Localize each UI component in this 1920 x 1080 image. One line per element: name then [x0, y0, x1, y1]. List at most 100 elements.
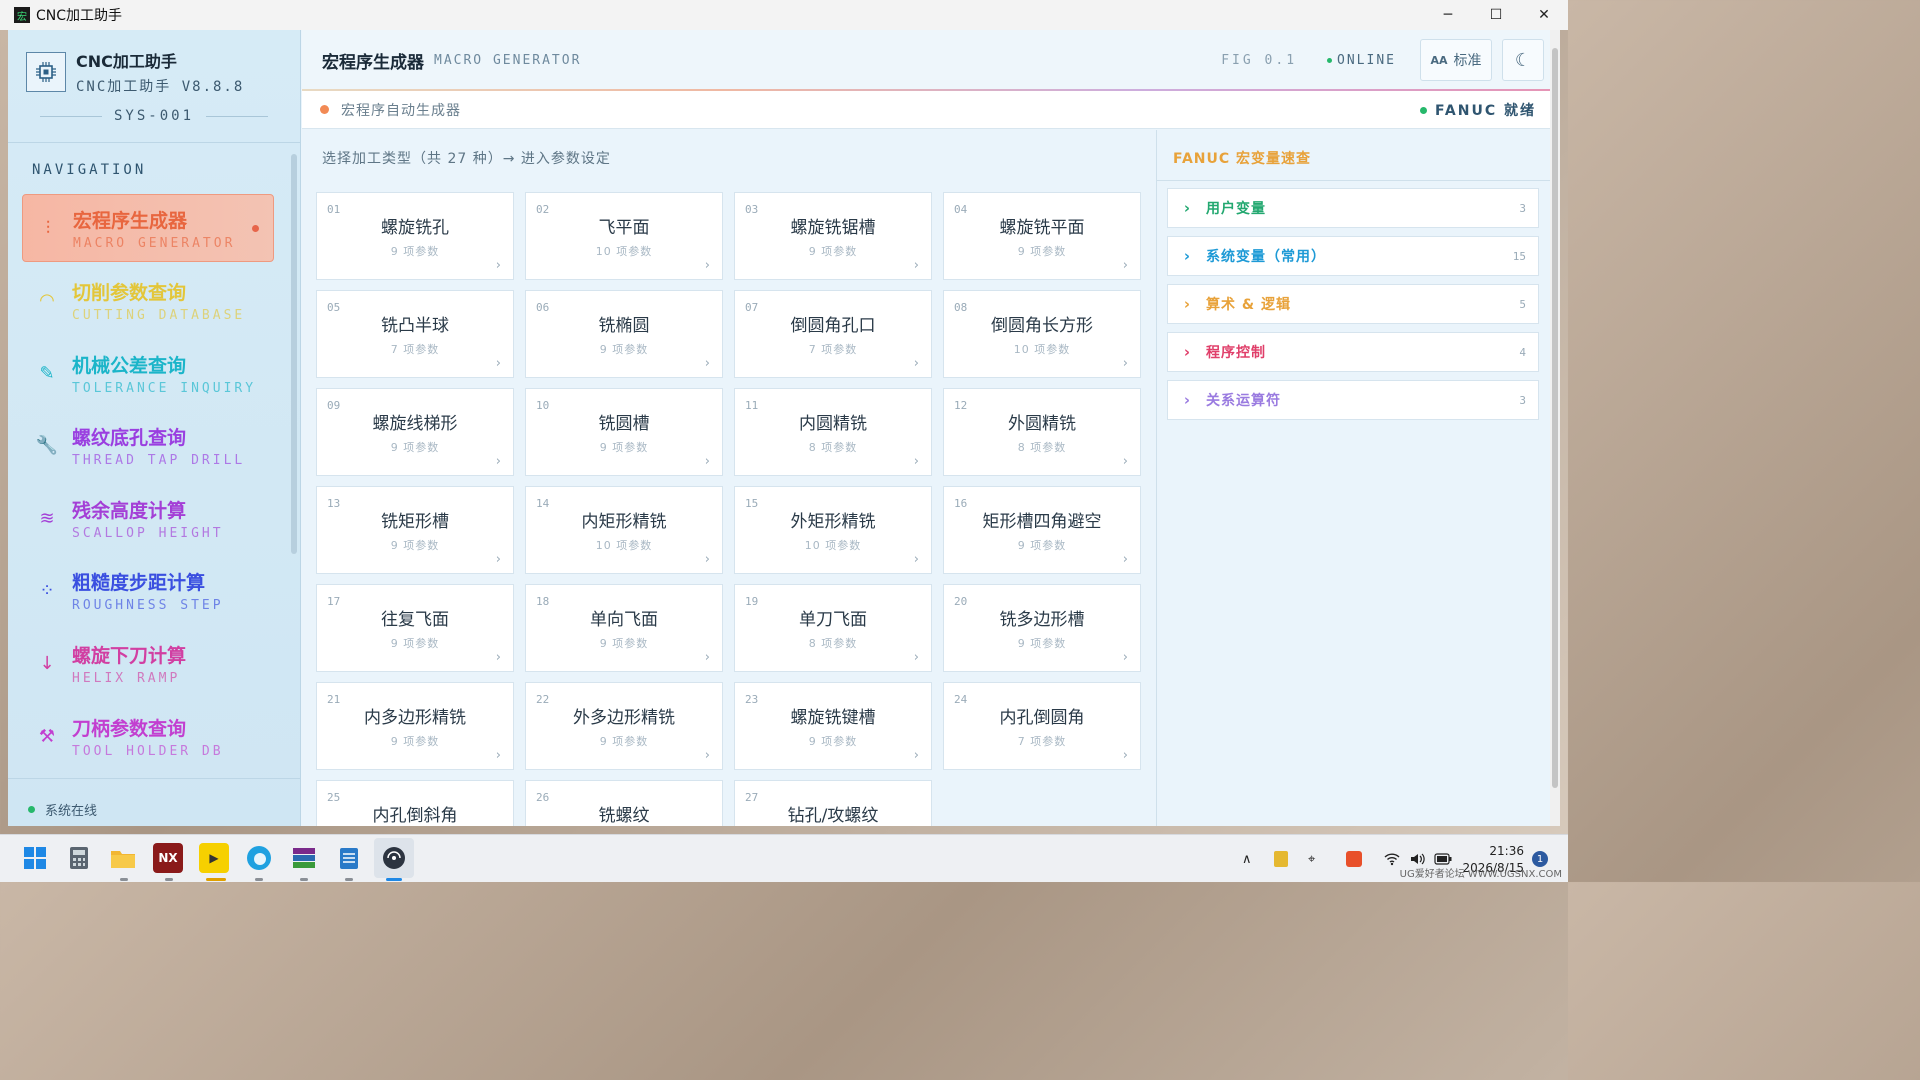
running-indicator	[120, 878, 128, 881]
chevron-right-icon: ›	[704, 650, 710, 665]
sidebar-item-sublabel: ROUGHNESS STEP	[72, 598, 224, 614]
main-scrollbar-thumb[interactable]	[1552, 48, 1558, 788]
macro-type-card[interactable]: 26铣螺纹›	[525, 780, 723, 826]
sidebar-item-cutting-database[interactable]: ◠ 切削参数查询 CUTTING DATABASE	[22, 267, 274, 335]
selection-hint: 选择加工类型（共 27 种）→ 进入参数设定	[322, 151, 611, 167]
category-label: 系统变量（常用）	[1206, 249, 1326, 265]
card-title: 内孔倒斜角	[372, 806, 458, 826]
macro-type-card[interactable]: 27钻孔/攻螺纹›	[734, 780, 932, 826]
card-title: 倒圆角长方形	[991, 316, 1093, 336]
archive-app-icon[interactable]	[289, 843, 319, 873]
chevron-right-icon: ›	[913, 356, 919, 371]
macro-type-card[interactable]: 22 外多边形精铣 9 项参数 ›	[525, 682, 723, 770]
sidebar-item-helix-ramp[interactable]: ↓ 螺旋下刀计算 HELIX RAMP	[22, 630, 274, 698]
macro-type-card[interactable]: 13 铣矩形槽 9 项参数 ›	[316, 486, 514, 574]
card-title: 矩形槽四角避空	[982, 512, 1102, 532]
macro-type-card[interactable]: 25内孔倒斜角›	[316, 780, 514, 826]
sidebar-item-roughness-step[interactable]: ⁘ 粗糙度步距计算 ROUGHNESS STEP	[22, 557, 274, 625]
macro-type-card[interactable]: 24 内孔倒圆角 7 项参数 ›	[943, 682, 1141, 770]
macro-type-card[interactable]: 18 单向飞面 9 项参数 ›	[525, 584, 723, 672]
sidebar-scrollbar[interactable]	[291, 154, 297, 554]
sidebar-item-sublabel: THREAD TAP DRILL	[72, 453, 246, 469]
sidebar-item-tool-holder-db[interactable]: ⚒ 刀柄参数查询 TOOL HOLDER DB	[22, 702, 274, 770]
close-button[interactable]: ✕	[1520, 0, 1568, 30]
sidebar-item-tolerance-inquiry[interactable]: ✎ 机械公差查询 TOLERANCE INQUIRY	[22, 339, 274, 407]
macro-type-card[interactable]: 08 倒圆角长方形 10 项参数 ›	[943, 290, 1141, 378]
card-param-count: 9 项参数	[808, 245, 858, 258]
macro-type-card[interactable]: 03 螺旋铣锯槽 9 项参数 ›	[734, 192, 932, 280]
macro-type-card[interactable]: 02 飞平面 10 项参数 ›	[525, 192, 723, 280]
security-tray-icon[interactable]	[1274, 835, 1288, 883]
minimize-button[interactable]: ─	[1424, 0, 1472, 30]
wifi-icon[interactable]	[1384, 835, 1400, 883]
variable-category-item[interactable]: › 系统变量（常用） 15	[1167, 236, 1539, 276]
variable-category-item[interactable]: › 算术 & 逻辑 5	[1167, 284, 1539, 324]
app-tray-icon[interactable]	[1346, 835, 1362, 883]
sidebar-item-scallop-height[interactable]: ≋ 残余高度计算 SCALLOP HEIGHT	[22, 484, 274, 552]
card-title: 外矩形精铣	[790, 512, 876, 532]
nx-app-icon[interactable]: NX	[153, 843, 183, 873]
macro-type-card[interactable]: 01 螺旋铣孔 9 项参数 ›	[316, 192, 514, 280]
macro-type-card[interactable]: 17 往复飞面 9 项参数 ›	[316, 584, 514, 672]
edge-browser-icon[interactable]	[244, 843, 274, 873]
chevron-right-icon: ›	[1122, 552, 1128, 567]
macro-type-card[interactable]: 10 铣圆槽 9 项参数 ›	[525, 388, 723, 476]
show-hidden-icons-button[interactable]: ∧	[1242, 835, 1252, 883]
macro-type-card[interactable]: 05 铣凸半球 7 项参数 ›	[316, 290, 514, 378]
sidebar-item-label: 粗糙度步距计算	[72, 572, 206, 595]
file-explorer-icon[interactable]	[108, 843, 138, 873]
sidebar-item-sublabel: MACRO GENERATOR	[73, 235, 236, 251]
notepad-icon[interactable]	[334, 843, 364, 873]
variable-category-item[interactable]: › 程序控制 4	[1167, 332, 1539, 372]
media-player-icon[interactable]: ▶	[199, 843, 229, 873]
chevron-right-icon: ›	[704, 552, 710, 567]
card-title: 往复飞面	[381, 610, 449, 630]
divider	[8, 142, 301, 143]
macro-variable-panel: FANUC 宏变量速查 › 用户变量 3 › 系统变量（常用） 15 › 算术 & 逻辑 5 › 程…	[1156, 130, 1551, 826]
macro-type-card[interactable]: 23 螺旋铣键槽 9 项参数 ›	[734, 682, 932, 770]
font-size-button[interactable]: AA 标准	[1420, 39, 1492, 81]
wrench-icon: 🔧	[35, 435, 59, 457]
sidebar-item-thread-tap-drill[interactable]: 🔧 螺纹底孔查询 THREAD TAP DRILL	[22, 412, 274, 480]
card-param-count: 9 项参数	[390, 637, 440, 650]
input-method-icon[interactable]: ⌖	[1308, 835, 1315, 883]
macro-type-card[interactable]: 20 铣多边形槽 9 项参数 ›	[943, 584, 1141, 672]
system-id: SYS-001	[28, 106, 280, 126]
running-indicator	[165, 878, 173, 881]
card-param-count: 10 项参数	[804, 539, 862, 552]
macro-type-card[interactable]: 07 倒圆角孔口 7 项参数 ›	[734, 290, 932, 378]
calculator-icon[interactable]	[64, 843, 94, 873]
running-indicator	[255, 878, 263, 881]
card-title: 内孔倒圆角	[999, 708, 1085, 728]
page-title: 宏程序生成器	[322, 52, 424, 73]
header-actions: FIG 0.1 ONLINE AA 标准 ☾	[1221, 30, 1560, 90]
status-dot-icon	[28, 806, 35, 813]
start-button[interactable]	[20, 843, 50, 873]
macro-type-card[interactable]: 12 外圆精铣 8 项参数 ›	[943, 388, 1141, 476]
ruler-icon: ✎	[39, 362, 55, 384]
macro-type-card[interactable]: 04 螺旋铣平面 9 项参数 ›	[943, 192, 1141, 280]
card-title: 铣圆槽	[598, 414, 650, 434]
chevron-right-icon: ›	[913, 454, 919, 469]
macro-type-card[interactable]: 11 内圆精铣 8 项参数 ›	[734, 388, 932, 476]
macro-type-card[interactable]: 09 螺旋线梯形 9 项参数 ›	[316, 388, 514, 476]
chevron-right-icon: ›	[704, 258, 710, 273]
sidebar-item-macro-generator[interactable]: ⫶ 宏程序生成器 MACRO GENERATOR	[22, 194, 274, 262]
macro-type-card[interactable]: 16 矩形槽四角避空 9 项参数 ›	[943, 486, 1141, 574]
macro-type-card[interactable]: 14 内矩形精铣 10 项参数 ›	[525, 486, 723, 574]
variable-category-item[interactable]: › 关系运算符 3	[1167, 380, 1539, 420]
theme-toggle-button[interactable]: ☾	[1502, 39, 1544, 81]
cnc-assistant-taskbar-icon[interactable]	[374, 838, 414, 878]
sidebar-item-sublabel: TOOL HOLDER DB	[72, 743, 224, 759]
card-title: 外圆精铣	[1008, 414, 1076, 434]
macro-type-card[interactable]: 19 单刀飞面 8 项参数 ›	[734, 584, 932, 672]
maximize-button[interactable]: ☐	[1472, 0, 1520, 30]
card-param-count: 10 项参数	[595, 539, 653, 552]
macro-type-card[interactable]: 15 外矩形精铣 10 项参数 ›	[734, 486, 932, 574]
macro-type-card[interactable]: 21 内多边形精铣 9 项参数 ›	[316, 682, 514, 770]
variable-category-item[interactable]: › 用户变量 3	[1167, 188, 1539, 228]
card-title: 铣椭圆	[598, 316, 650, 336]
chevron-right-icon: ›	[913, 552, 919, 567]
macro-type-card[interactable]: 06 铣椭圆 9 项参数 ›	[525, 290, 723, 378]
sidebar-item-sublabel: TOLERANCE INQUIRY	[72, 380, 257, 396]
